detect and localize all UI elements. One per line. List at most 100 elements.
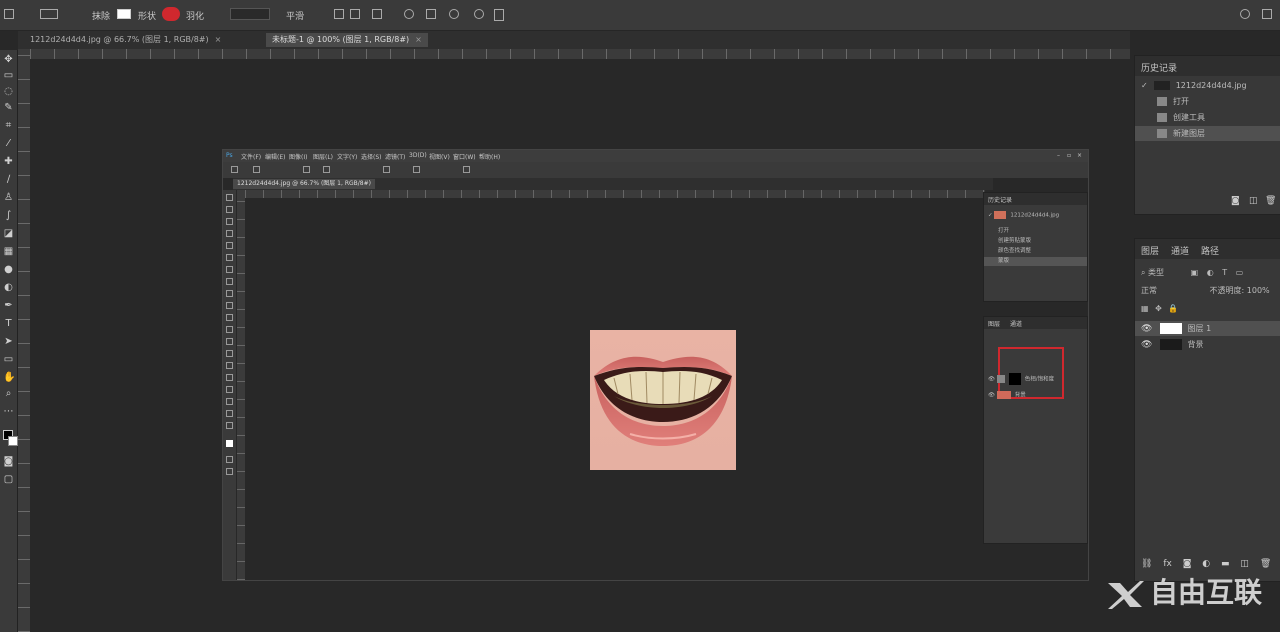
dodge-tool-icon[interactable]: ◐	[3, 282, 14, 293]
eye-icon: 👁	[988, 376, 997, 383]
trash-icon[interactable]: 🗑	[1265, 196, 1276, 206]
new-snapshot-icon[interactable]: ◙	[1231, 196, 1240, 206]
color-swatch-button[interactable]	[117, 9, 131, 21]
zoom-tool-icon[interactable]: ⌕	[3, 388, 14, 399]
inner-tab-layers: 图层	[988, 321, 1001, 328]
mask-icon[interactable]: ◙	[1183, 559, 1192, 569]
pen-tool-icon[interactable]: ✒	[3, 300, 14, 311]
shape-tool-icon[interactable]: ▭	[3, 354, 14, 365]
history-brush-tool-icon[interactable]: ∫	[3, 210, 14, 221]
arrange-icon[interactable]	[350, 9, 360, 21]
mode-select[interactable]	[40, 9, 58, 21]
history-item-selected[interactable]: 新建图层	[1135, 126, 1280, 141]
folder-icon[interactable]: ▬	[1221, 559, 1230, 569]
tab-layers[interactable]: 图层	[1141, 244, 1159, 257]
history-item[interactable]: 打开	[1135, 94, 1280, 109]
layer-row[interactable]: 👁 背景	[1135, 337, 1280, 352]
layer-filter-row[interactable]: ⌕ 类型 ▣ ◐ T ▭	[1135, 265, 1280, 280]
new-document-icon[interactable]: ◫	[1249, 196, 1258, 206]
panel-toggle-icon[interactable]	[494, 9, 504, 21]
gear-icon[interactable]	[404, 9, 414, 21]
blend-mode-select[interactable]: 正常	[1141, 286, 1157, 295]
hand-tool-icon[interactable]: ✋	[3, 372, 15, 383]
brush-tool-icon[interactable]: ∕	[3, 174, 14, 185]
lock-all-icon[interactable]: 🔒	[1168, 304, 1178, 313]
eye-icon[interactable]: 👁	[1141, 338, 1152, 353]
settings-icon[interactable]	[449, 9, 459, 21]
filter-type-icon[interactable]: T	[1222, 268, 1227, 277]
inner-tool-icon	[226, 410, 233, 417]
screen-mode-icon[interactable]: ▢	[3, 474, 14, 485]
blend-mode-row[interactable]: 正常 不透明度: 100%	[1135, 283, 1280, 298]
filter-pixel-icon[interactable]: ▣	[1191, 268, 1199, 277]
inner-document-tab: 1212d24d4d4.jpg @ 66.7% (图层 1, RGB/8#)	[233, 179, 375, 189]
adjustment-icon[interactable]: ◐	[1202, 559, 1210, 569]
inner-menu-item: 图层(L)	[313, 154, 334, 161]
quick-select-tool-icon[interactable]: ✎	[3, 102, 14, 113]
history-snapshot[interactable]: ✓ 1212d24d4d4.jpg	[1135, 78, 1280, 93]
marquee-tool-icon[interactable]: ▭	[3, 70, 14, 81]
more-tools-icon[interactable]: ⋯	[3, 406, 14, 417]
lock-move-icon[interactable]: ✥	[1155, 304, 1162, 313]
inner-option-icon	[323, 166, 330, 173]
close-icon[interactable]: ×	[415, 35, 422, 44]
align-icon[interactable]	[334, 9, 344, 21]
lasso-tool-icon[interactable]: ◌	[3, 86, 14, 97]
workspace-icon[interactable]	[1262, 9, 1272, 21]
crop-tool-icon[interactable]: ⌗	[3, 120, 14, 131]
eyedropper-tool-icon[interactable]: ⁄	[3, 138, 14, 149]
fx-icon[interactable]: fx	[1163, 559, 1172, 569]
filter-adjustment-icon[interactable]: ◐	[1207, 268, 1214, 277]
document-tab-2[interactable]: 未标题-1 @ 100% (图层 1, RGB/8#) ×	[266, 33, 428, 47]
history-item[interactable]: 创建工具	[1135, 110, 1280, 125]
foreground-background-color-icon[interactable]	[3, 430, 18, 446]
document-tab-1[interactable]: 1212d24d4d4.jpg @ 66.7% (图层 1, RGB/8#) ×	[24, 33, 227, 47]
inner-tool-icon	[226, 206, 233, 213]
eraser-tool-icon[interactable]: ◪	[3, 228, 14, 239]
blur-tool-icon[interactable]: ●	[3, 264, 14, 275]
inner-tool-icon	[226, 350, 233, 357]
quick-mask-icon[interactable]: ◙	[3, 456, 14, 467]
opacity-field[interactable]: 不透明度: 100%	[1210, 286, 1270, 295]
healing-tool-icon[interactable]: ✚	[3, 156, 14, 167]
trash-icon[interactable]: 🗑	[1260, 559, 1271, 569]
inner-menu-item: 编辑(E)	[265, 154, 286, 161]
inner-tool-icon	[226, 242, 233, 249]
document-icon	[1157, 113, 1167, 122]
eye-icon[interactable]: 👁	[1141, 322, 1152, 337]
inner-tools-panel	[223, 190, 236, 580]
filter-shape-icon[interactable]: ▭	[1236, 268, 1244, 277]
link-icon[interactable]: ⛓	[1141, 559, 1152, 569]
close-icon[interactable]: ×	[215, 35, 222, 44]
move-tool-icon[interactable]: ✥	[3, 54, 14, 65]
inner-history-title: 历史记录	[988, 197, 1013, 204]
inner-tool-icon	[226, 254, 233, 261]
home-icon[interactable]	[4, 9, 14, 21]
tab-paths[interactable]: 路径	[1201, 244, 1219, 257]
refresh-icon[interactable]	[474, 9, 484, 21]
search-icon[interactable]	[1240, 9, 1250, 21]
lock-pixels-icon[interactable]: ▦	[1141, 304, 1149, 313]
inner-layer-row: 👁 色相/饱和度	[984, 373, 1087, 385]
inner-tool-icon	[226, 386, 233, 393]
inner-history-item-selected: 蒙版	[984, 257, 1087, 266]
inner-history-panel: 历史记录 ✓ 1212d24d4d4.jpg 打开 创建剪贴蒙版 颜色查找调整 …	[983, 192, 1088, 302]
horizontal-ruler	[30, 49, 1130, 59]
mouth-image	[590, 330, 736, 470]
layer-row[interactable]: 👁 图层 1	[1135, 321, 1280, 336]
gradient-tool-icon[interactable]: ▦	[3, 246, 14, 257]
new-layer-icon[interactable]: ◫	[1240, 559, 1249, 569]
feather-input[interactable]	[230, 8, 270, 20]
path-select-tool-icon[interactable]: ➤	[3, 336, 14, 347]
tab-channels[interactable]: 通道	[1171, 244, 1189, 257]
ps-logo-icon: Ps	[226, 152, 233, 159]
stack-icon[interactable]	[372, 9, 382, 21]
smooth-label: 平滑	[286, 12, 305, 22]
inner-tool-icon	[226, 218, 233, 225]
inner-layer-name: 背景	[1014, 392, 1026, 399]
stamp-tool-icon[interactable]: ♙	[3, 192, 14, 203]
type-tool-icon[interactable]: T	[3, 318, 14, 329]
history-panel-title[interactable]: 历史记录	[1141, 61, 1177, 74]
inner-menu-item: 帮助(H)	[479, 154, 501, 161]
combine-icon[interactable]	[426, 9, 436, 21]
